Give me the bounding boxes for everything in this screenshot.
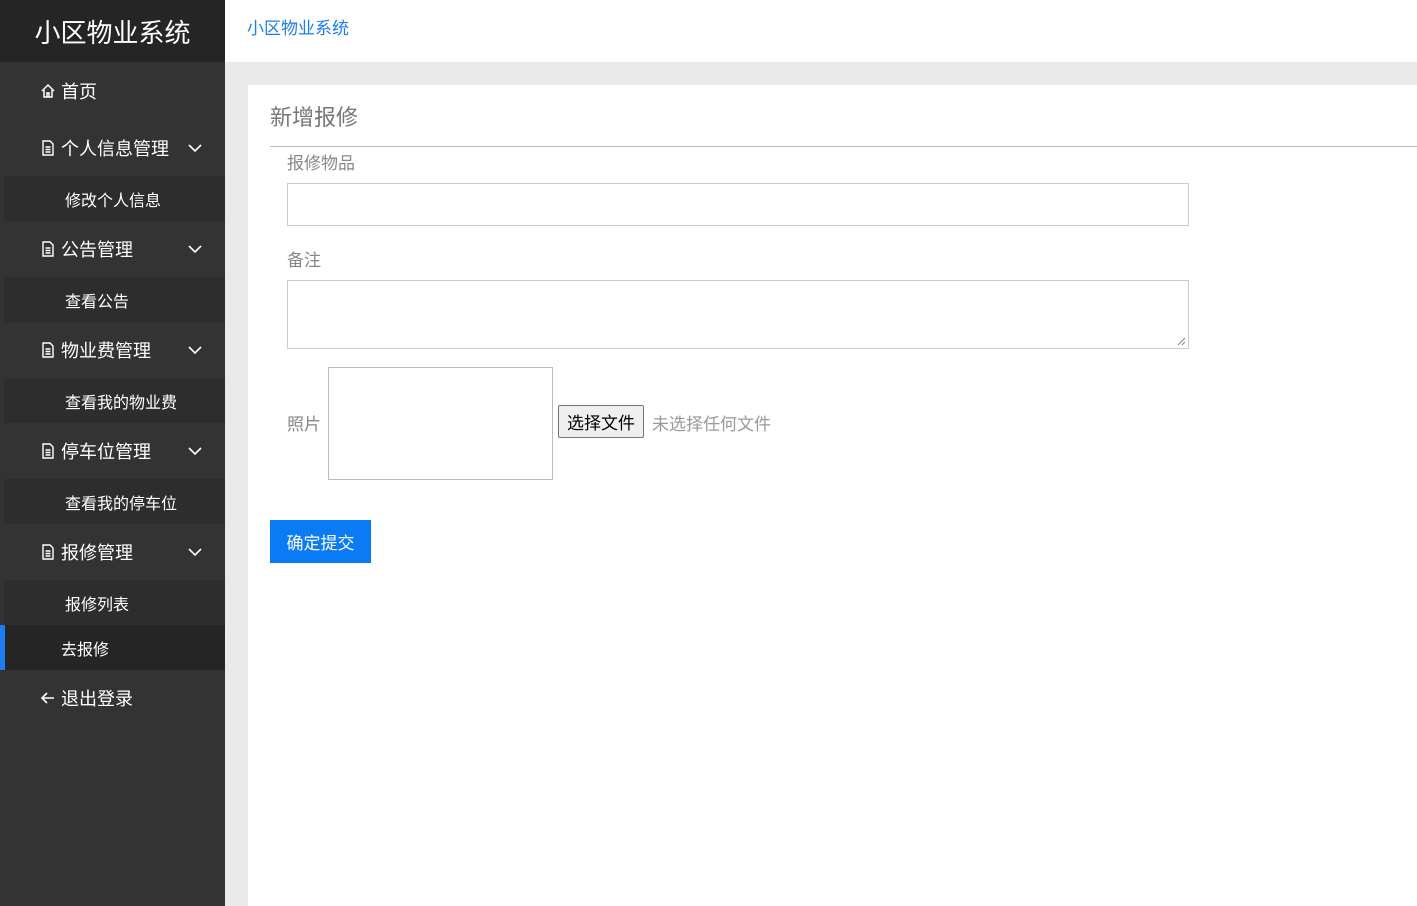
sidebar-group-notices[interactable]: 公告管理 <box>0 221 225 277</box>
chevron-down-icon <box>188 447 202 456</box>
choose-file-button[interactable]: 选择文件 <box>558 405 644 438</box>
home-icon <box>39 82 57 100</box>
sidebar-group-label: 报修管理 <box>61 543 133 564</box>
repair-item-input[interactable] <box>287 183 1189 226</box>
sidebar-item-go-repair[interactable]: 去报修 <box>0 625 225 670</box>
page-title: 新增报修 <box>270 106 359 131</box>
sidebar-item-label: 首页 <box>61 82 97 103</box>
document-icon <box>39 240 57 258</box>
document-icon <box>39 139 57 157</box>
form-card: 新增报修 报修物品 备注 照片 选择文件 未选择任何文件 确定提交 <box>248 85 1417 906</box>
note-textarea[interactable] <box>287 280 1189 349</box>
arrow-left-icon <box>39 689 57 707</box>
sidebar-group-label: 停车位管理 <box>61 442 151 463</box>
sidebar-item-view-my-fee[interactable]: 查看我的物业费 <box>4 378 225 423</box>
sidebar-group-property-fee[interactable]: 物业费管理 <box>0 322 225 378</box>
sidebar-group-label: 物业费管理 <box>61 341 151 362</box>
title-divider <box>270 146 1417 147</box>
sidebar-item-repair-list[interactable]: 报修列表 <box>4 580 225 625</box>
repair-item-label: 报修物品 <box>287 154 355 174</box>
document-icon <box>39 341 57 359</box>
sidebar-item-label: 退出登录 <box>61 689 133 710</box>
document-icon <box>39 543 57 561</box>
document-icon <box>39 442 57 460</box>
sidebar-group-parking[interactable]: 停车位管理 <box>0 423 225 479</box>
sidebar: 小区物业系统 首页 个人信息管理 修改个人信息 公告管理 查看公告 物业费管理 … <box>0 0 225 906</box>
file-status-text: 未选择任何文件 <box>652 415 771 435</box>
photo-preview <box>328 367 553 480</box>
photo-label: 照片 <box>287 415 321 435</box>
app-logo: 小区物业系统 <box>0 0 225 62</box>
chevron-down-icon <box>188 548 202 557</box>
sidebar-group-repair[interactable]: 报修管理 <box>0 524 225 580</box>
chevron-down-icon <box>188 346 202 355</box>
sidebar-item-view-notices[interactable]: 查看公告 <box>4 277 225 322</box>
sidebar-group-label: 公告管理 <box>61 240 133 261</box>
chevron-down-icon <box>188 245 202 254</box>
sidebar-item-view-my-parking[interactable]: 查看我的停车位 <box>4 479 225 524</box>
top-header: 小区物业系统 <box>225 0 1417 62</box>
sidebar-item-logout[interactable]: 退出登录 <box>0 670 225 726</box>
sidebar-group-personal-info[interactable]: 个人信息管理 <box>0 120 225 176</box>
chevron-down-icon <box>188 144 202 153</box>
sidebar-group-label: 个人信息管理 <box>61 139 169 160</box>
resize-handle-icon[interactable] <box>1176 336 1186 346</box>
sidebar-item-home[interactable]: 首页 <box>0 62 225 120</box>
breadcrumb[interactable]: 小区物业系统 <box>247 14 349 39</box>
sidebar-item-edit-profile[interactable]: 修改个人信息 <box>4 176 225 221</box>
note-label: 备注 <box>287 251 321 271</box>
submit-button[interactable]: 确定提交 <box>270 520 371 563</box>
